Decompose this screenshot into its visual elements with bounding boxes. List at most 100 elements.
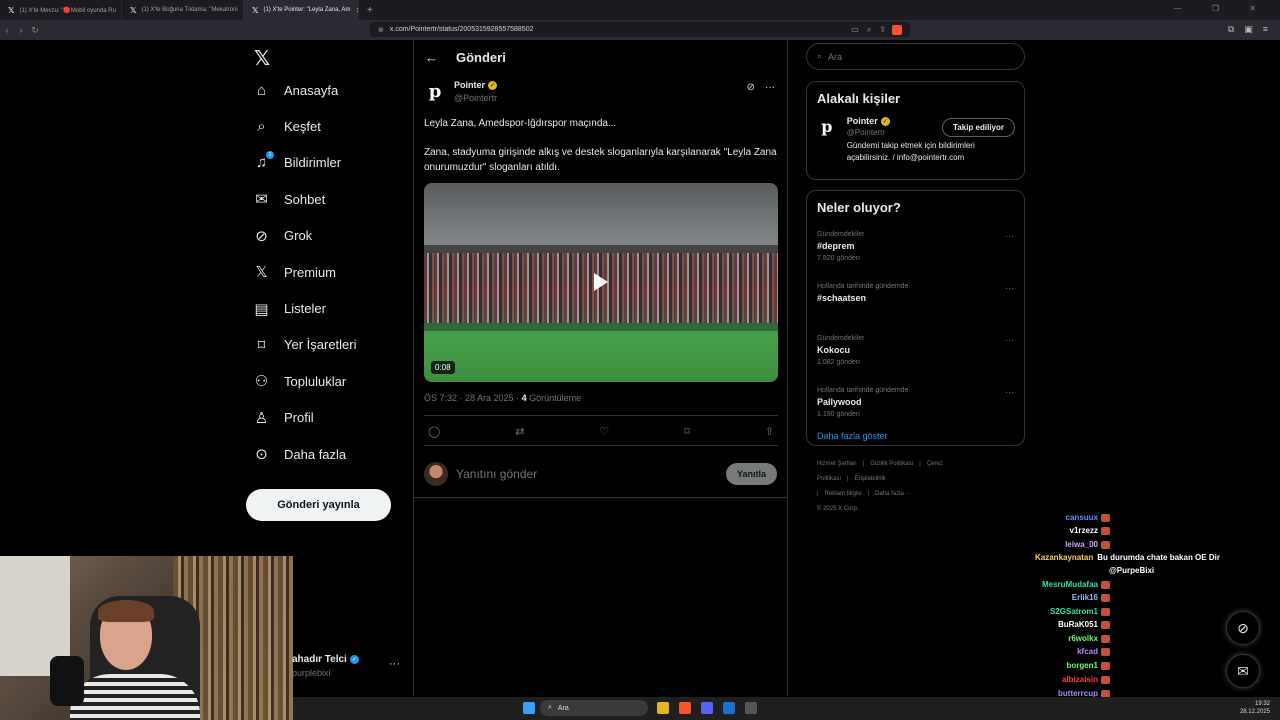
zoom-icon[interactable]: ⌕ xyxy=(867,25,871,35)
chat-username[interactable]: kfcad xyxy=(1077,647,1098,656)
discord-icon[interactable] xyxy=(701,702,713,714)
show-more-link[interactable]: Daha fazla göster xyxy=(807,431,1024,441)
following-button[interactable]: Takip ediliyor xyxy=(942,118,1015,137)
trend-item[interactable]: Hollanda tarihinde gündemde #schaatsen ··· xyxy=(807,275,1024,327)
back-icon[interactable]: ‹ xyxy=(0,25,14,35)
back-arrow-icon[interactable]: ← xyxy=(425,50,438,65)
trend-item[interactable]: Gündemdekiler #deprem 7.820 gönderi ··· xyxy=(807,223,1024,275)
search-input[interactable]: ⌕ Ara xyxy=(806,43,1025,70)
footer-link[interactable]: Reklam bilgisi xyxy=(825,491,862,497)
repost-icon[interactable]: ⇄ xyxy=(515,425,524,438)
post-button[interactable]: Gönderi yayınla xyxy=(246,489,391,521)
video-player[interactable]: 0:08 xyxy=(424,183,778,382)
post-timestamp[interactable]: ÖS 7:32 · 28 Ara 2025 · xyxy=(424,393,522,403)
nav-item-keşfet[interactable]: ⌕ Keşfet xyxy=(246,108,406,144)
browser-tab-1[interactable]: 𝕏 (1) X'te Mevzu: "🔴Mobil oyunda Ru xyxy=(0,0,122,20)
taskbar-clock[interactable]: 19:32 28.12.2025 xyxy=(1240,700,1270,716)
related-person-name: Pointer xyxy=(846,116,878,126)
reply-icon[interactable]: ◯ xyxy=(428,425,440,438)
obs-icon[interactable] xyxy=(745,702,757,714)
screen-icon[interactable]: ▭ xyxy=(851,25,859,35)
x-logo-icon[interactable]: 𝕏 xyxy=(245,44,279,72)
reply-composer: Yanıtını gönder Yanıtla xyxy=(414,450,787,498)
more-icon[interactable]: ··· xyxy=(1005,283,1014,293)
chat-username[interactable]: Kazankaynatan xyxy=(1035,553,1093,562)
reply-button[interactable]: Yanıtla xyxy=(725,462,777,485)
x-icon: 𝕏 xyxy=(130,5,137,15)
nav-item-grok[interactable]: ⊘ Grok xyxy=(246,218,406,254)
messages-icon[interactable]: ✉ xyxy=(1226,654,1260,688)
browser-tab-active[interactable]: 𝕏(1) X'te Pointer: "Leyla Zana, Am✕ xyxy=(244,0,359,20)
grok-icon[interactable]: ⊘ xyxy=(1226,611,1260,645)
share-icon[interactable]: ⇪ xyxy=(879,25,886,35)
site-info-icon[interactable]: ⊕ xyxy=(378,26,384,34)
url-field[interactable]: ⊕ x.com/Pointertr/status/200531592855758… xyxy=(370,22,910,37)
trend-item[interactable]: Hollanda tarihinde gündemde Pallywood 1.19… xyxy=(807,379,1024,431)
footer-link[interactable]: Daha fazla ··· xyxy=(875,491,911,497)
chat-username[interactable]: v1rzezz xyxy=(1070,526,1098,535)
nav-item-yer-i-şaretleri[interactable]: ⌑ Yer İşaretleri xyxy=(246,327,406,363)
nav-item-daha-fazla[interactable]: ⊙ Daha fazla xyxy=(246,436,406,472)
chat-username[interactable]: borgen1 xyxy=(1066,661,1098,670)
chat-username[interactable]: cansuux xyxy=(1066,513,1098,522)
chat-username[interactable]: BuRaK051 xyxy=(1058,620,1098,629)
emote-icon xyxy=(1101,675,1110,684)
nav-item-listeler[interactable]: ▤ Listeler xyxy=(246,290,406,326)
chat-username[interactable]: r6wolkx xyxy=(1068,634,1098,643)
reply-input[interactable]: Yanıtını gönder xyxy=(456,467,726,481)
share-icon[interactable]: ⇧ xyxy=(765,425,774,438)
trend-context: Hollanda tarihinde gündemde xyxy=(817,283,909,290)
bookmark-icon: ⌑ xyxy=(257,336,266,354)
nav-item-bildirimler[interactable]: ♫ 1 Bildirimler xyxy=(246,145,406,181)
account-switcher[interactable]: ahadır Telci ✓ purplebixi ··· xyxy=(292,654,404,684)
avatar[interactable]: p xyxy=(817,116,837,136)
more-icon[interactable]: ··· xyxy=(1005,335,1014,345)
sidebar-icon[interactable]: ▣ xyxy=(1244,24,1253,35)
play-icon[interactable] xyxy=(594,273,608,291)
chat-message-text: Bu durumda chate bakan OE Dir xyxy=(1097,553,1220,562)
nav-item-sohbet[interactable]: ✉ Sohbet xyxy=(246,181,406,217)
mail-icon: ✉ xyxy=(255,191,268,209)
avatar[interactable]: p xyxy=(424,80,446,102)
more-icon[interactable]: ··· xyxy=(389,658,400,670)
like-icon[interactable]: ♡ xyxy=(599,425,609,438)
chat-username[interactable]: MesruMudafaa xyxy=(1042,580,1098,589)
reload-icon[interactable]: ↻ xyxy=(28,25,42,36)
more-icon[interactable]: ··· xyxy=(1005,387,1014,397)
author-handle[interactable]: @Pointertr xyxy=(454,93,497,103)
forward-icon[interactable]: › xyxy=(14,25,28,35)
file-explorer-icon[interactable] xyxy=(657,702,669,714)
author-name[interactable]: Pointer xyxy=(454,80,485,90)
brave-icon[interactable] xyxy=(679,702,691,714)
chat-username[interactable]: leiwa_00 xyxy=(1065,540,1098,549)
brave-shield-icon[interactable] xyxy=(892,24,902,35)
taskbar-search[interactable]: ⌕ Ara xyxy=(540,700,648,716)
nav-item-premium[interactable]: 𝕏 Premium xyxy=(246,254,406,290)
trend-item[interactable]: Gündemdekiler Kokocu 1.082 gönderi ··· xyxy=(807,327,1024,379)
footer-link[interactable]: Gizlilik Politikası xyxy=(870,461,913,467)
nav-item-profil[interactable]: ♙ Profil xyxy=(246,400,406,436)
window-controls[interactable]: — ❐ ✕ xyxy=(1174,4,1270,13)
footer-link[interactable]: Erişilebilirlik xyxy=(855,476,886,482)
footer-link[interactable]: Hizmet Şartları xyxy=(817,461,857,467)
chat-username[interactable]: Erlik16 xyxy=(1072,593,1098,602)
new-tab-button[interactable]: + xyxy=(359,5,381,16)
nav-item-topluluklar[interactable]: ⚇ Topluluklar xyxy=(246,363,406,399)
footer-link[interactable]: © 2025 X Corp. xyxy=(817,506,858,512)
extensions-icon[interactable]: ⧉ xyxy=(1228,24,1234,35)
bookmark-icon[interactable]: ⌑ xyxy=(684,425,690,438)
chat-username[interactable]: albizalsin xyxy=(1062,675,1098,684)
related-person-bio: Gündemi takip etmek için bildirimleri aç… xyxy=(846,141,975,162)
trend-name: Kokocu xyxy=(817,345,851,355)
grok-icon[interactable]: ⊘ xyxy=(747,82,755,93)
menu-icon[interactable]: ≡ xyxy=(1263,24,1268,35)
related-person[interactable]: p Pointer ✓ @Pointertr Gündemi takip etme… xyxy=(807,106,1024,164)
divider xyxy=(424,445,778,446)
more-icon[interactable]: ··· xyxy=(1005,231,1014,241)
browser-tab-2[interactable]: 𝕏 (1) X'te Boğuna Tıklama: "Mekatroni xyxy=(122,0,244,20)
nav-item-anasayfa[interactable]: ⌂ Anasayfa xyxy=(246,72,406,108)
steam-icon[interactable] xyxy=(723,702,735,714)
windows-start-icon[interactable] xyxy=(523,702,535,714)
chat-username[interactable]: S2GSatrom1 xyxy=(1050,607,1098,616)
more-icon[interactable]: ··· xyxy=(765,82,775,93)
